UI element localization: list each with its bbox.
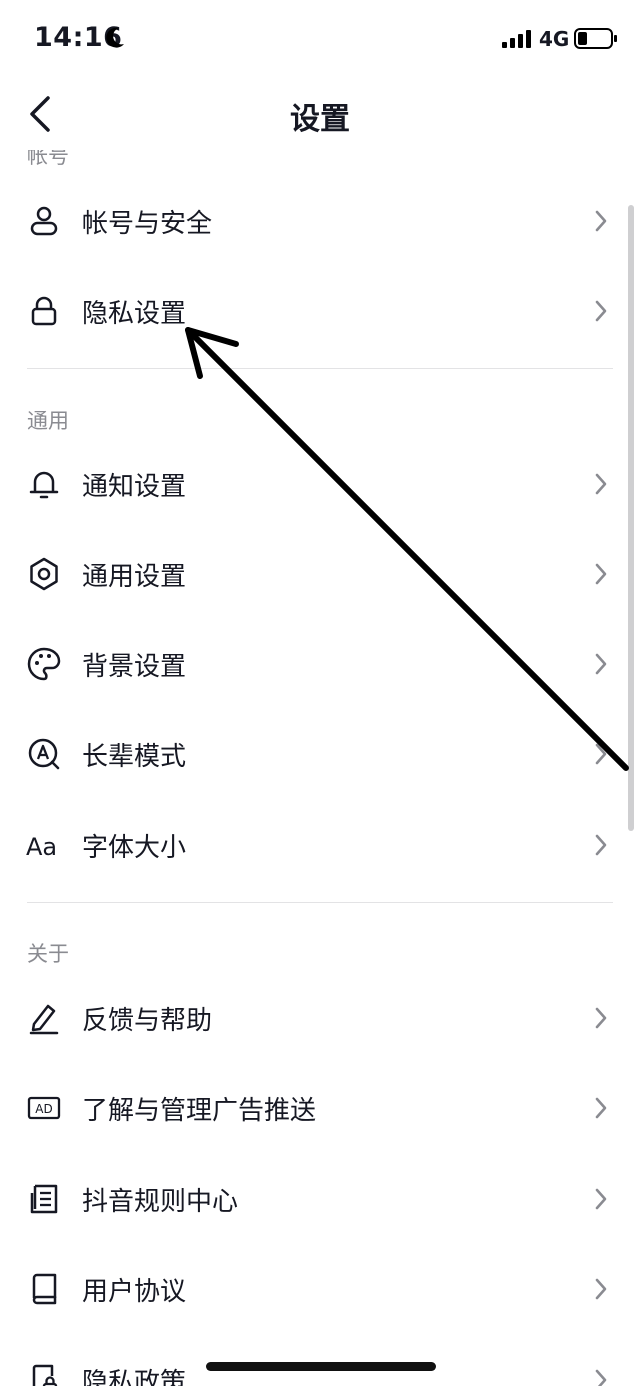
section-header-account: 帐号: [27, 150, 69, 168]
chevron-right-icon: [595, 210, 607, 232]
chevron-right-icon: [595, 834, 607, 856]
settings-item-label: 长辈模式: [82, 742, 187, 772]
settings-item-privacy-policy[interactable]: 隐私政策: [0, 1335, 640, 1386]
section-header-about: 关于: [27, 942, 69, 966]
chevron-right-icon: [595, 300, 607, 322]
settings-item-label: 反馈与帮助: [82, 1006, 213, 1036]
moon-icon: [106, 27, 124, 48]
settings-item-notification-settings[interactable]: 通知设置: [0, 439, 640, 529]
settings-item-privacy-settings[interactable]: 隐私设置: [0, 266, 640, 356]
elder-mode-icon: [28, 738, 60, 770]
settings-item-label: 隐私政策: [82, 1368, 187, 1386]
chevron-right-icon: [595, 743, 607, 765]
nav-bar: 设置: [0, 80, 640, 150]
chevron-right-icon: [595, 1097, 607, 1119]
settings-item-label: 了解与管理广告推送: [82, 1096, 317, 1126]
settings-item-user-agreement[interactable]: 用户协议: [0, 1244, 640, 1334]
network-type: 4G: [539, 27, 570, 51]
settings-item-account-security[interactable]: 帐号与安全: [0, 176, 640, 266]
scrollbar[interactable]: [628, 205, 634, 831]
section-divider: [27, 902, 613, 903]
svg-text:Aa: Aa: [26, 833, 57, 861]
home-indicator: [206, 1362, 436, 1371]
chevron-right-icon: [595, 563, 607, 585]
settings-item-label: 通用设置: [82, 562, 187, 592]
palette-icon: [27, 647, 61, 681]
settings-list: 帐号 帐号与安全 隐私设置 通用 通知设置 通用设置 背景设置 长辈模式 Aa …: [0, 150, 640, 1386]
settings-item-general-settings[interactable]: 通用设置: [0, 529, 640, 619]
gear-icon: [30, 557, 58, 591]
privacy-document-icon: [32, 1364, 58, 1386]
settings-item-label: 抖音规则中心: [82, 1187, 239, 1217]
font-size-icon: Aa: [26, 833, 57, 861]
settings-item-label: 背景设置: [82, 652, 187, 682]
settings-item-label: 通知设置: [82, 472, 187, 502]
settings-item-label: 隐私设置: [82, 299, 187, 329]
settings-item-elder-mode[interactable]: 长辈模式: [0, 709, 640, 799]
settings-item-ad-management[interactable]: AD 了解与管理广告推送: [0, 1063, 640, 1153]
settings-item-feedback-help[interactable]: 反馈与帮助: [0, 973, 640, 1063]
chevron-right-icon: [595, 653, 607, 675]
settings-item-background-settings[interactable]: 背景设置: [0, 619, 640, 709]
chevron-right-icon: [595, 1369, 607, 1386]
settings-item-community-rules[interactable]: 抖音规则中心: [0, 1154, 640, 1244]
section-header-general: 通用: [27, 409, 69, 433]
settings-item-font-size[interactable]: Aa 字体大小: [0, 800, 640, 890]
settings-item-label: 帐号与安全: [82, 209, 213, 239]
svg-text:AD: AD: [35, 1102, 52, 1116]
page-title: 设置: [290, 102, 350, 137]
status-bar: 14:16 4G: [0, 0, 640, 80]
section-divider: [27, 368, 613, 369]
bell-icon: [29, 471, 59, 499]
chevron-right-icon: [595, 1007, 607, 1029]
lock-icon: [31, 296, 57, 326]
chevron-right-icon: [595, 1278, 607, 1300]
signal-icon: [502, 30, 531, 48]
chevron-right-icon: [595, 473, 607, 495]
chevron-right-icon: [595, 1188, 607, 1210]
book-icon: [32, 1273, 57, 1305]
rules-document-icon: [30, 1184, 58, 1214]
user-icon: [30, 206, 58, 236]
battery-icon: [574, 28, 617, 49]
settings-item-label: 用户协议: [82, 1277, 187, 1307]
pencil-icon: [29, 1004, 59, 1035]
settings-item-label: 字体大小: [82, 833, 187, 863]
ad-icon: AD: [27, 1096, 61, 1120]
